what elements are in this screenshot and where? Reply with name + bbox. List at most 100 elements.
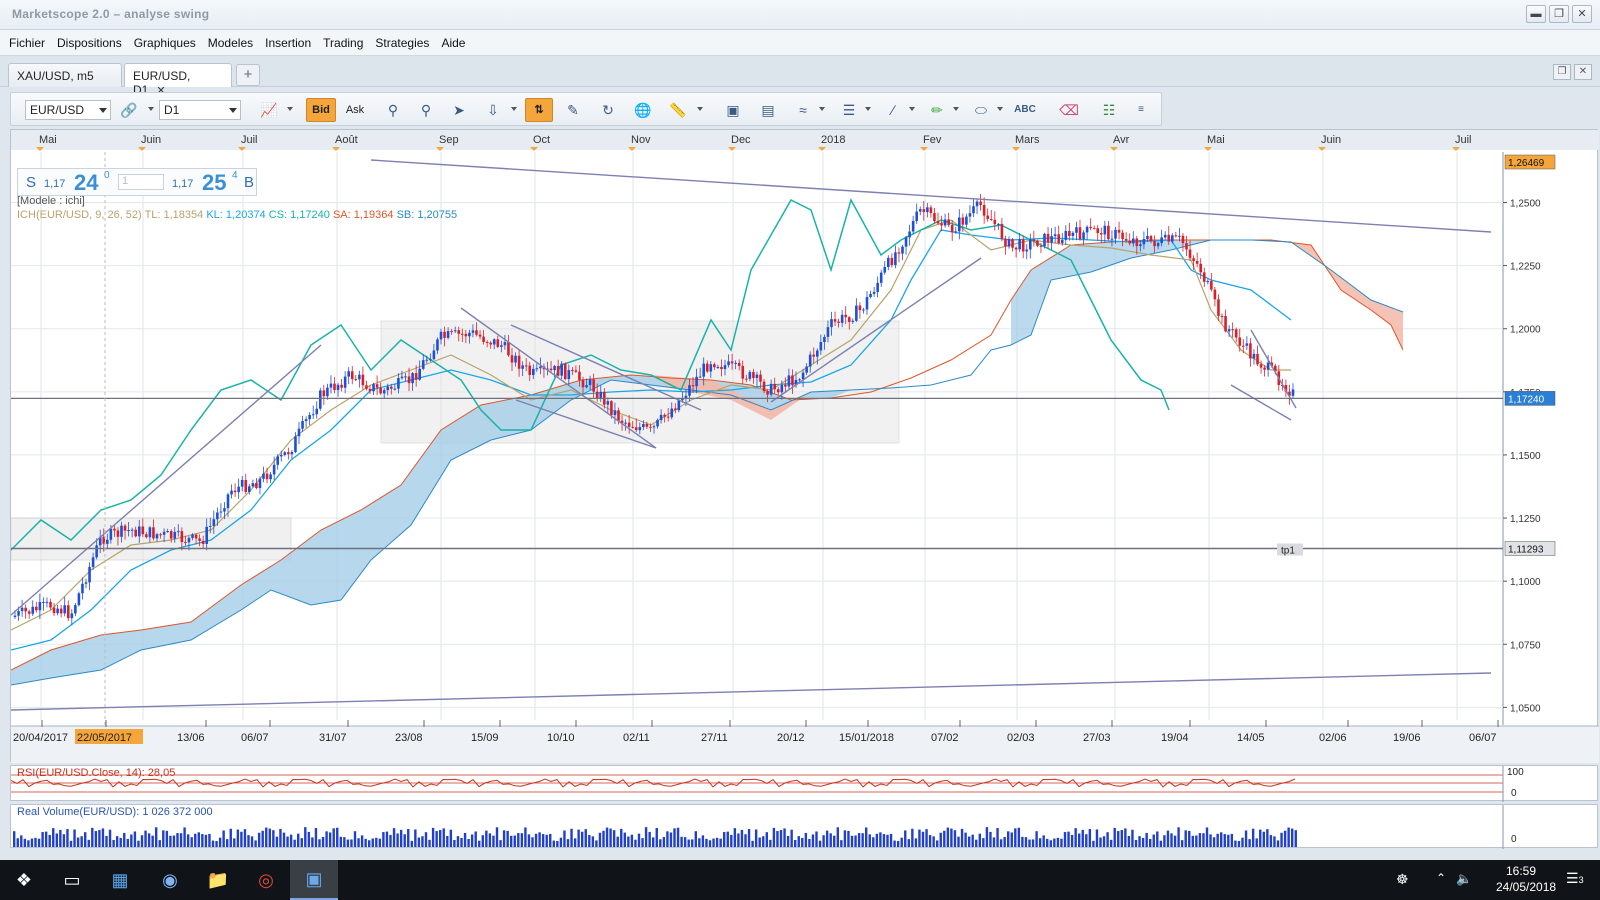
menu-strategies[interactable]: Strategies [369,30,435,56]
store-icon[interactable]: ▦ [96,860,144,900]
volume-bar [623,832,626,847]
candle-body [613,410,617,416]
menu-insertion[interactable]: Insertion [259,30,317,56]
volume-bar [1007,831,1010,847]
marketscope-icon[interactable]: ▣ [290,860,338,900]
add-tab-button[interactable]: + [236,64,260,86]
volume-bar [1280,832,1283,847]
volume-bar [123,832,126,847]
candle-body [84,582,88,584]
tree-icon[interactable]: ☷ [1097,98,1121,122]
volume-bar [439,830,442,847]
windows-start-icon[interactable]: ❖ [0,860,48,900]
menu-graphiques[interactable]: Graphiques [128,30,202,56]
chart-type-icon[interactable]: 📈 [257,98,281,122]
text-icon[interactable]: ABC [1013,98,1037,122]
rsi-pane[interactable]: RSI(EUR/USD.Close, 14): 28,05 100 0 [10,765,1598,802]
tab-xauusd[interactable]: XAU/USD, m5 [8,63,122,87]
ruler-icon[interactable]: 📏 [666,98,690,122]
scale-icon[interactable]: ⇩ [481,98,505,122]
timeframe-select[interactable]: D1 [159,100,241,120]
menu-aide[interactable]: Aide [435,30,471,56]
volume-bar [992,837,996,847]
link-icon[interactable]: 🔗 [117,98,141,122]
task-view-icon[interactable]: ▭ [48,860,96,900]
trendline-icon[interactable]: ∕ [881,98,905,122]
candle-body [159,534,162,536]
tp1-label: tp1 [1281,546,1295,557]
folder-icon[interactable]: 📁 [194,860,242,900]
chevron-down-icon[interactable] [148,107,154,111]
chevron-down-icon[interactable] [511,107,517,111]
lines-icon[interactable]: ☰ [837,98,861,122]
instrument-select[interactable]: EUR/USD [25,100,111,120]
y-tick-label: 1,2500 [1510,198,1541,209]
chevron-down-icon[interactable] [909,107,915,111]
volume-bar [1124,828,1127,847]
sell-label[interactable]: S [26,174,36,191]
volume-pane[interactable]: Real Volume(EUR/USD): 1 026 372 000 0 [10,804,1598,849]
chevron-down-icon[interactable] [865,107,871,111]
volume-bar [257,832,261,847]
volume-bar [850,835,854,847]
month-label: Mai [1207,134,1225,146]
tab-eurusd[interactable]: EUR/USD, D1 ✕ [124,63,232,97]
chevron-down-icon[interactable] [819,107,825,111]
chevron-down-icon[interactable] [997,107,1003,111]
volume-bar [1014,828,1017,847]
candle-body [1171,235,1174,242]
people-icon[interactable]: ☸ [1396,871,1409,900]
chart-area[interactable]: Mai Juin Juil Août Sep Oct Nov Dec 2018 Fev Mars Av… [10,129,1599,763]
clock[interactable]: 16:59 24/05/2018 [1496,864,1556,900]
chevron-down-icon[interactable] [697,107,703,111]
fibonacci-icon[interactable]: ≈ [791,98,815,122]
candle-body [617,410,620,421]
zoom-out-icon[interactable]: ⚲ [414,98,438,122]
volume-bar [137,840,140,847]
globe-icon[interactable]: 🌐 [631,98,655,122]
menu-trading[interactable]: Trading [317,30,369,56]
image-icon[interactable]: ▣ [721,98,745,122]
cursor-icon[interactable]: ➤ [447,98,471,122]
chevron-down-icon[interactable] [287,107,293,111]
bid-button[interactable]: Bid [306,98,336,122]
browser-icon[interactable]: ◉ [146,860,194,900]
menu-dispositions[interactable]: Dispositions [51,30,128,56]
volume-bar [1028,839,1031,847]
candle-body [869,293,872,298]
close-button[interactable]: ✕ [1572,5,1592,23]
chevron-up-icon[interactable]: ⌃ [1436,871,1446,900]
notifications-icon[interactable]: ☰3 [1566,870,1584,900]
volume-bar [1184,830,1187,847]
restore-button[interactable]: ❐ [1549,5,1569,23]
template-icon[interactable]: ▤ [756,98,780,122]
zoom-in-icon[interactable]: ⚲ [381,98,405,122]
chevron-down-icon[interactable] [953,107,959,111]
ellipse-icon[interactable]: ⬭ [969,98,993,122]
minimize-button[interactable]: ▬ [1526,5,1546,23]
volume-bar [368,840,371,847]
properties-icon[interactable]: ✎ [561,98,585,122]
candle-body [400,376,404,379]
chart-close-button[interactable]: ✕ [1574,64,1592,80]
ask-button[interactable]: Ask [340,98,370,122]
chart-restore-button[interactable]: ❐ [1553,64,1571,80]
chrome-icon[interactable]: ◎ [242,860,290,900]
more-icon[interactable]: ≡ [1129,98,1153,122]
menu-modeles[interactable]: Modeles [202,30,259,56]
speaker-icon[interactable]: 🔈 [1456,871,1472,900]
candle-body [798,379,801,381]
ichimoku-legend[interactable]: ICH(EUR/USD, 9, 26, 52) TL: 1,18354 KL: … [17,209,457,221]
candle-body [1234,329,1238,338]
volume-label: Real Volume(EUR/USD): 1 026 372 000 [17,806,213,818]
volume-bar [989,831,992,847]
menu-fichier[interactable]: Fichier [3,30,51,56]
eraser-icon[interactable]: ⌫ [1057,98,1081,122]
volume-bar [1031,839,1035,847]
amount-input[interactable]: 1 [118,174,164,190]
autoscroll-icon[interactable]: ⇅ [525,98,553,122]
rotate-icon[interactable]: ↻ [596,98,620,122]
buy-label[interactable]: B [244,174,254,191]
price-chart[interactable]: Mai Juin Juil Août Sep Oct Nov Dec 2018 Fev Mars Av… [11,130,1599,763]
pen-icon[interactable]: ✏ [925,98,949,122]
